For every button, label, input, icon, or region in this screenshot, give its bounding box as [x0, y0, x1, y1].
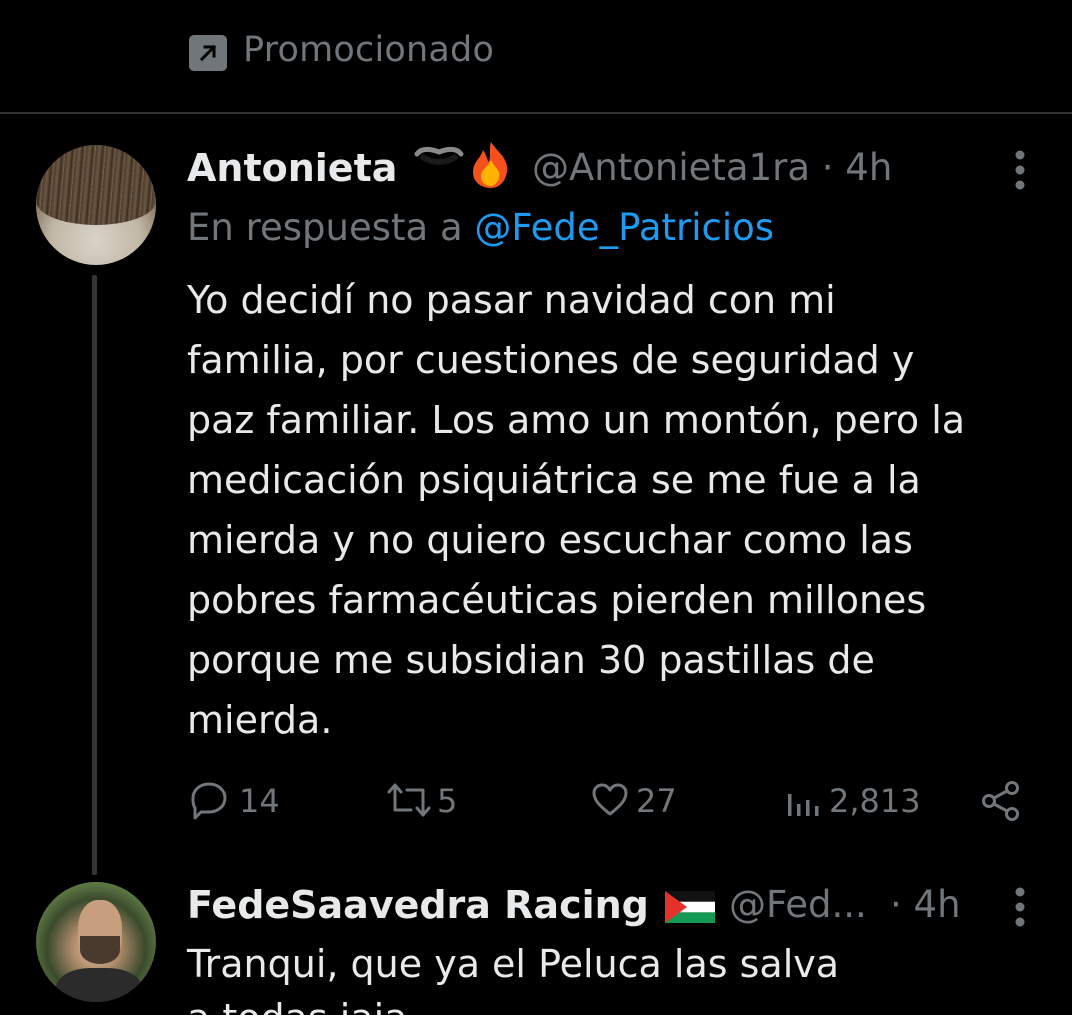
reply-count: 14: [239, 782, 280, 820]
retweet-button[interactable]: 5: [385, 778, 485, 822]
analytics-bars-icon: [788, 794, 819, 816]
timestamp[interactable]: · 4h: [890, 883, 961, 926]
tweet-text-cutoff[interactable]: a todas jaja: [187, 991, 408, 1015]
reply-context: En respuesta a @Fede_Patricios: [187, 206, 774, 249]
palestine-flag-emoji: [665, 891, 715, 923]
heart-icon: [592, 783, 628, 816]
black-heart-emoji: [414, 146, 464, 165]
user-handle[interactable]: @Antonieta1ra · 4h: [532, 146, 892, 189]
reply-mention-link[interactable]: @Fede_Patricios: [474, 206, 774, 249]
tweet-text[interactable]: Yo decidí no pasar navidad con mi famili…: [187, 270, 1047, 750]
avatar[interactable]: [36, 882, 156, 1002]
more-options-icon[interactable]: [1015, 150, 1025, 190]
views-count: 2,813: [829, 782, 921, 820]
tweet-text-line: mierda.: [187, 698, 333, 742]
reply-prefix: En respuesta a: [187, 206, 475, 249]
reply-icon: [191, 782, 227, 820]
tweet-text-line: mierda y no quiero escuchar como las: [187, 518, 913, 562]
timestamp[interactable]: · 4h: [822, 146, 893, 189]
thread-connector-line: [92, 275, 97, 875]
share-icon: [982, 781, 1019, 821]
handle-text: @Antonieta1ra: [532, 146, 811, 189]
fire-emoji: [473, 142, 508, 188]
reply-button[interactable]: 14: [189, 778, 289, 822]
more-options-icon[interactable]: [1015, 887, 1025, 927]
promoted-label: Promocionado: [243, 30, 495, 70]
retweet-count: 5: [437, 782, 458, 820]
promoted-banner[interactable]: Promocionado: [0, 0, 1072, 114]
avatar-shirt: [56, 968, 142, 1002]
tweet-text-line: porque me subsidian 30 pastillas de: [187, 638, 875, 682]
like-button[interactable]: 27: [590, 778, 690, 822]
avatar-hair: [36, 145, 156, 225]
tweet-text-line: Yo decidí no pasar navidad con mi: [187, 278, 836, 322]
display-name[interactable]: FedeSaavedra Racing: [187, 883, 649, 927]
tweet-text[interactable]: Tranqui, que ya el Peluca las salva: [187, 937, 839, 991]
tweet-text-line: medicación psiquiátrica se me fue a la: [187, 458, 921, 502]
share-button[interactable]: [980, 778, 1022, 822]
timeline: Promocionado Antonieta @Antonieta1ra · 4…: [0, 0, 1072, 1015]
display-name[interactable]: Antonieta: [187, 146, 397, 190]
tweet-text-line: familia, por cuestiones de seguridad y: [187, 338, 915, 382]
like-count: 27: [636, 782, 677, 820]
tweet-text-line: paz familiar. Los amo un montón, pero la: [187, 398, 966, 442]
retweet-icon: [387, 783, 431, 817]
user-handle[interactable]: @Fed...: [729, 883, 867, 926]
avatar[interactable]: [36, 145, 156, 265]
promoted-arrow-icon: [189, 35, 227, 71]
tweet-text-line: pobres farmacéuticas pierden millones: [187, 578, 927, 622]
avatar-beard: [80, 936, 120, 964]
views-button[interactable]: 2,813: [785, 778, 925, 822]
